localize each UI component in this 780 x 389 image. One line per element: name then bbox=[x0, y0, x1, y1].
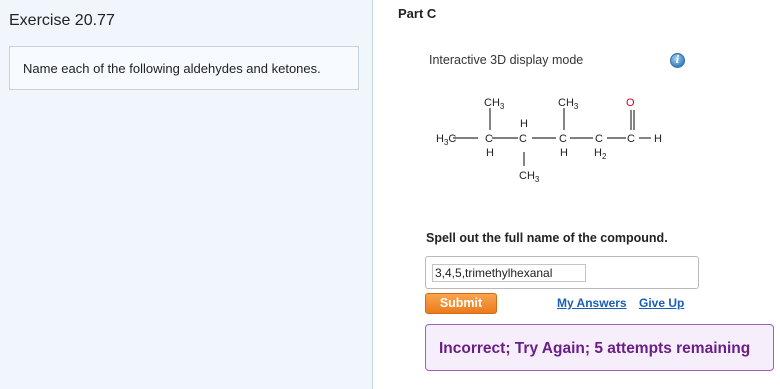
carbon-6: C bbox=[627, 133, 635, 145]
right-panel: Part C Interactive 3D display mode i CH3… bbox=[374, 0, 780, 389]
carbon-4: C bbox=[559, 133, 567, 145]
ch2-hydrogen: H2 bbox=[594, 147, 607, 161]
page: Exercise 20.77 Name each of the followin… bbox=[0, 0, 780, 389]
carbon-3: C bbox=[519, 133, 527, 145]
answer-input[interactable]: 3,4,5,trimethylhexanal bbox=[432, 264, 586, 282]
aldehyde-hydrogen: H bbox=[654, 133, 662, 145]
my-answers-link[interactable]: My Answers bbox=[557, 296, 627, 310]
answer-box: 3,4,5,trimethylhexanal bbox=[425, 256, 699, 289]
feedback-box: Incorrect; Try Again; 5 attempts remaini… bbox=[425, 324, 774, 371]
h3c-label: H3C bbox=[436, 133, 456, 147]
carbon-2: C bbox=[485, 133, 493, 145]
ch3-label-2: CH3 bbox=[558, 97, 579, 111]
part-title: Part C bbox=[398, 6, 437, 21]
exercise-title: Exercise 20.77 bbox=[9, 12, 115, 29]
ch3-label-3: CH3 bbox=[519, 170, 540, 184]
left-panel: Exercise 20.77 Name each of the followin… bbox=[0, 0, 373, 389]
feedback-text: Incorrect; Try Again; 5 attempts remaini… bbox=[439, 340, 751, 357]
question-box: Name each of the following aldehydes and… bbox=[9, 46, 359, 90]
prompt-text: Spell out the full name of the compound. bbox=[426, 231, 668, 245]
question-text: Name each of the following aldehydes and… bbox=[23, 61, 321, 76]
submit-button[interactable]: Submit bbox=[425, 293, 497, 314]
oxygen-label: O bbox=[626, 97, 635, 109]
hydrogen-4: H bbox=[560, 147, 568, 159]
give-up-link[interactable]: Give Up bbox=[639, 296, 684, 310]
hydrogen-2: H bbox=[486, 147, 494, 159]
display-mode-label: Interactive 3D display mode bbox=[429, 53, 584, 67]
ch3-label-1: CH3 bbox=[484, 97, 505, 111]
chemical-structure[interactable]: CH3 CH3 CH3 H3C C H H C C H C H2 O C H bbox=[428, 88, 688, 188]
carbon-5: C bbox=[595, 133, 603, 145]
info-icon[interactable]: i bbox=[670, 53, 685, 68]
hydrogen-3: H bbox=[520, 118, 528, 130]
